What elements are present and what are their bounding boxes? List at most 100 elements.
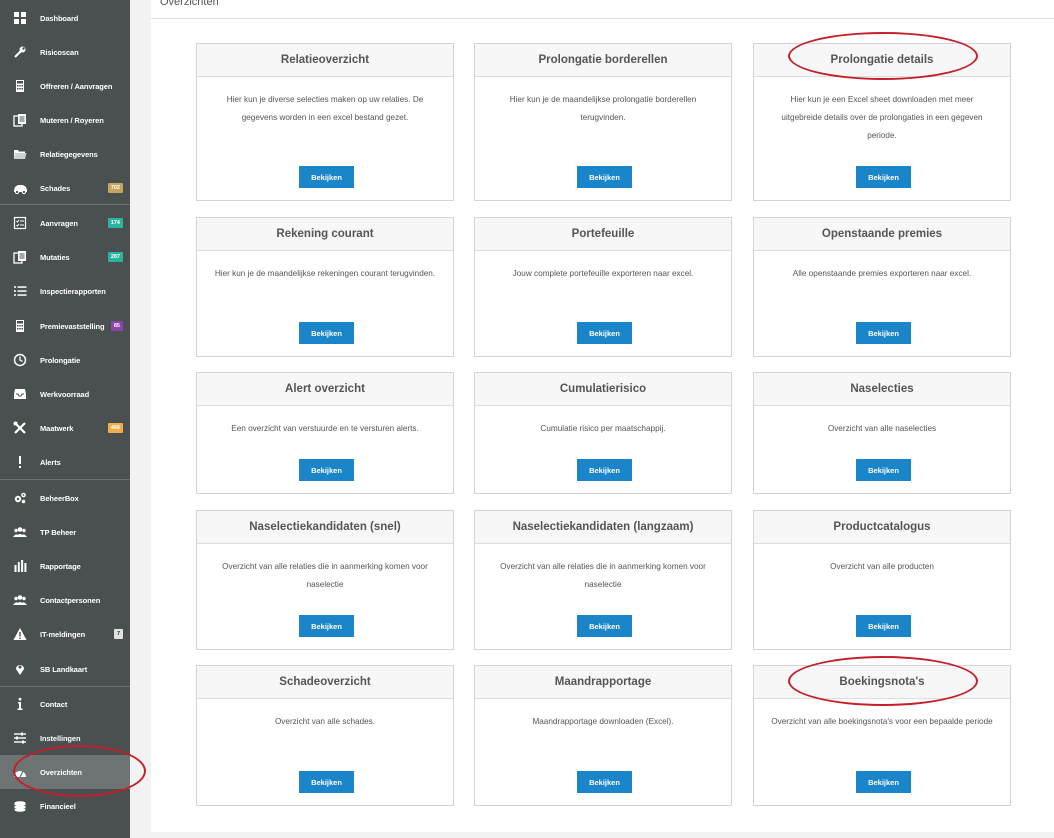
sidebar-item-label: SB Landkaart xyxy=(40,664,88,674)
view-button[interactable]: Bekijken xyxy=(577,166,632,188)
sidebar-item-it-meldingen[interactable]: IT-meldingen 7 xyxy=(0,617,130,651)
view-button[interactable]: Bekijken xyxy=(577,459,632,481)
view-button[interactable]: Bekijken xyxy=(856,322,911,344)
view-button[interactable]: Bekijken xyxy=(299,166,354,188)
card-openstaande-premies: Openstaande premies Alle openstaande prem… xyxy=(753,217,1011,357)
view-button[interactable]: Bekijken xyxy=(577,322,632,344)
page-title: Overzichten xyxy=(160,0,219,8)
sidebar-separator xyxy=(0,479,130,480)
gauge-icon xyxy=(0,765,40,779)
folder-icon xyxy=(0,147,40,161)
count-badge: 287 xyxy=(107,252,123,262)
sidebar-item-premievaststelling[interactable]: Premievaststelling 85 xyxy=(0,309,130,343)
bar-chart-icon xyxy=(0,559,40,573)
sidebar-item-beheerbox[interactable]: BeheerBox xyxy=(0,481,130,515)
view-button[interactable]: Bekijken xyxy=(856,771,911,793)
sidebar-item-relatiegegevens[interactable]: Relatiegegevens xyxy=(0,137,130,171)
sidebar-item-label: Premievaststelling xyxy=(40,321,105,331)
sidebar-item-instellingen[interactable]: Instellingen xyxy=(0,721,130,755)
warning-icon xyxy=(0,627,40,641)
users-icon xyxy=(0,593,40,607)
checklist-icon xyxy=(0,216,40,230)
card-naselectiekandidaten-langzaam: Naselectiekandidaten (langzaam) Overzicht… xyxy=(474,510,732,650)
grid-icon xyxy=(0,11,40,25)
view-button[interactable]: Bekijken xyxy=(299,459,354,481)
sidebar-item-aanvragen[interactable]: Aanvragen 174 xyxy=(0,206,130,240)
sidebar-item-tp-beheer[interactable]: TP Beheer xyxy=(0,515,130,549)
sidebar-item-label: Rapportage xyxy=(40,561,81,571)
sidebar-item-overzichten[interactable]: Overzichten xyxy=(0,755,130,789)
sidebar-item-alerts[interactable]: Alerts xyxy=(0,445,130,479)
card-title: Naselecties xyxy=(754,373,1010,406)
sidebar: Dashboard Risicoscan Offreren / Aanvragen M… xyxy=(0,0,130,838)
count-badge: 702 xyxy=(107,183,123,193)
sidebar-item-dashboard[interactable]: Dashboard xyxy=(0,1,130,35)
sidebar-item-risicoscan[interactable]: Risicoscan xyxy=(0,35,130,69)
documents-icon xyxy=(0,113,40,127)
card-title: Openstaande premies xyxy=(754,218,1010,251)
clock-icon xyxy=(0,353,40,367)
card-description: Overzicht van alle schades. xyxy=(274,717,376,726)
view-button[interactable]: Bekijken xyxy=(577,771,632,793)
sidebar-item-label: Offreren / Aanvragen xyxy=(40,81,113,91)
wrench-icon xyxy=(0,45,40,59)
sidebar-item-label: Aanvragen xyxy=(40,218,78,228)
sidebar-item-prolongatie[interactable]: Prolongatie xyxy=(0,343,130,377)
card-alert-overzicht: Alert overzicht Een overzicht van verstuu… xyxy=(196,372,454,494)
card-title: Prolongatie borderellen xyxy=(475,44,731,77)
count-badge: 85 xyxy=(110,321,123,331)
view-button[interactable]: Bekijken xyxy=(299,322,354,344)
sidebar-item-label: Alerts xyxy=(40,457,61,467)
sidebar-item-label: Risicoscan xyxy=(40,47,79,57)
sidebar-item-maatwerk[interactable]: Maatwerk 466 xyxy=(0,411,130,445)
calculator-icon xyxy=(0,79,40,93)
card-title: Naselectiekandidaten (snel) xyxy=(197,511,453,544)
view-button[interactable]: Bekijken xyxy=(856,166,911,188)
card-description: Overzicht van alle boekingsnota's voor e… xyxy=(771,717,993,726)
card-naselecties: Naselecties Overzicht van alle naselectie… xyxy=(753,372,1011,494)
card-title: Maandrapportage xyxy=(475,666,731,699)
sidebar-item-label: Financieel xyxy=(40,801,76,811)
sidebar-item-label: TP Beheer xyxy=(40,527,77,537)
sidebar-item-rapportage[interactable]: Rapportage xyxy=(0,549,130,583)
count-badge: 7 xyxy=(113,629,123,639)
sidebar-item-sb-landkaart[interactable]: SB Landkaart xyxy=(0,652,130,686)
sidebar-item-mutaties[interactable]: Mutaties 287 xyxy=(0,240,130,274)
sidebar-item-muteren-royeren[interactable]: Muteren / Royeren xyxy=(0,103,130,137)
users-icon xyxy=(0,525,40,539)
card-description: Cumulatie risico per maatschappij. xyxy=(540,424,666,433)
sidebar-item-label: Inspectierapporten xyxy=(40,286,106,296)
sidebar-item-offreren-aanvragen[interactable]: Offreren / Aanvragen xyxy=(0,69,130,103)
sidebar-item-label: Werkvoorraad xyxy=(40,389,90,399)
card-prolongatie-borderellen: Prolongatie borderellen Hier kun je de ma… xyxy=(474,43,732,201)
sidebar-item-contact[interactable]: Contact xyxy=(0,687,130,721)
card-rekening-courant: Rekening courant Hier kun je de maandelij… xyxy=(196,217,454,357)
sidebar-item-inspectierapporten[interactable]: Inspectierapporten xyxy=(0,274,130,308)
view-button[interactable]: Bekijken xyxy=(299,615,354,637)
card-productcatalogus: Productcatalogus Overzicht van alle produ… xyxy=(753,510,1011,650)
gears-icon xyxy=(0,491,40,505)
sliders-icon xyxy=(0,731,40,745)
card-portefeuille: Portefeuille Jouw complete portefeuille e… xyxy=(474,217,732,357)
card-description: Overzicht van alle relaties die in aanme… xyxy=(222,562,428,589)
card-description: Alle openstaande premies exporteren naar… xyxy=(792,269,972,278)
view-button[interactable]: Bekijken xyxy=(577,615,632,637)
sidebar-item-label: IT-meldingen xyxy=(40,629,86,639)
card-boekingsnota-s: Boekingsnota's Overzicht van alle boeking… xyxy=(753,665,1011,806)
view-button[interactable]: Bekijken xyxy=(299,771,354,793)
sidebar-item-contactpersonen[interactable]: Contactpersonen xyxy=(0,583,130,617)
card-prolongatie-details: Prolongatie details Hier kun je een Excel… xyxy=(753,43,1011,201)
sidebar-item-financieel[interactable]: Financieel xyxy=(0,789,130,823)
exclamation-icon xyxy=(0,455,40,469)
sidebar-item-schades[interactable]: Schades 702 xyxy=(0,171,130,205)
sidebar-item-label: BeheerBox xyxy=(40,493,79,503)
sidebar-item-label: Mutaties xyxy=(40,252,70,262)
card-description: Jouw complete portefeuille exporteren na… xyxy=(512,269,694,278)
sidebar-item-label: Contactpersonen xyxy=(40,595,101,605)
card-relatieoverzicht: Relatieoverzicht Hier kun je diverse sele… xyxy=(196,43,454,201)
documents-icon xyxy=(0,250,40,264)
view-button[interactable]: Bekijken xyxy=(856,615,911,637)
view-button[interactable]: Bekijken xyxy=(856,459,911,481)
sidebar-item-werkvoorraad[interactable]: Werkvoorraad xyxy=(0,377,130,411)
sidebar-item-label: Prolongatie xyxy=(40,355,81,365)
